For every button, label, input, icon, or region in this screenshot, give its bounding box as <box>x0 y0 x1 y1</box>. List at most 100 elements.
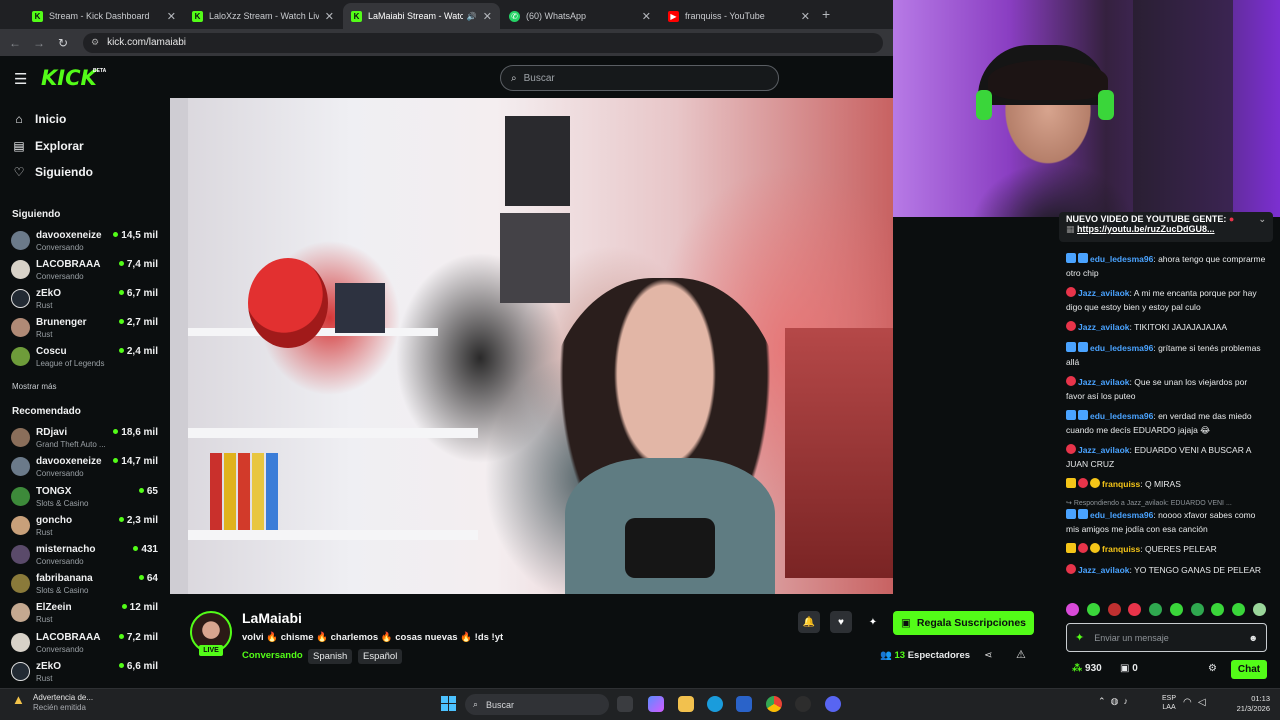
reload-icon[interactable]: ↻ <box>51 36 75 50</box>
subs-display[interactable]: ▣ 0 <box>1120 663 1138 674</box>
network-icon[interactable]: ◍ <box>1111 696 1119 706</box>
close-icon[interactable]: ✕ <box>801 10 810 23</box>
sidebar-channel[interactable]: davooxeneize Conversando 14,7 mil <box>11 454 160 482</box>
chat-username[interactable]: Jazz_avilaok <box>1078 322 1130 332</box>
reply-context[interactable]: ↪ Respondiendo a Jazz_avilaok: EDUARDO V… <box>1066 499 1232 507</box>
emote-icon[interactable] <box>1232 603 1246 616</box>
system-tray[interactable]: ⌃ ◍ ♪ <box>1098 696 1128 707</box>
chat-username[interactable]: franquiss <box>1102 544 1140 554</box>
menu-icon[interactable]: ☰ <box>14 70 27 88</box>
volume-icon[interactable]: ◁ <box>1198 697 1206 708</box>
obs-icon[interactable] <box>795 696 811 712</box>
windows-start-icon[interactable] <box>441 696 456 711</box>
file-explorer-icon[interactable] <box>678 696 694 712</box>
new-tab-button[interactable]: + <box>822 6 830 22</box>
emote-icon[interactable] <box>1252 603 1266 616</box>
report-icon[interactable]: ⚠ <box>1016 648 1026 661</box>
chat-username[interactable]: edu_ledesma96 <box>1090 510 1153 520</box>
sidebar-channel[interactable]: LACOBRAAA Conversando 7,2 mil <box>11 630 160 658</box>
emote-icon[interactable] <box>1211 603 1225 616</box>
tag-spanish[interactable]: Spanish <box>308 649 353 664</box>
sidebar-channel[interactable]: fabribanana Slots & Casino 64 <box>11 571 160 599</box>
emoji-icon[interactable]: ☻ <box>1249 633 1258 643</box>
browser-tab[interactable]: K Stream - Kick Dashboard ✕ <box>24 3 184 29</box>
sidebar-channel[interactable]: LACOBRAAA Conversando 7,4 mil <box>11 257 160 285</box>
chat-username[interactable]: franquiss <box>1102 479 1140 489</box>
browser-tab-active[interactable]: K LaMaiabi Stream - Watch Live 🔊 ✕ <box>343 3 500 29</box>
chat-input[interactable]: ✦ Enviar un mensaje ☻ <box>1066 623 1267 652</box>
clock[interactable]: 01:13 21/3/2026 <box>1222 694 1270 714</box>
emote-icon[interactable] <box>1086 603 1100 616</box>
browser-tab[interactable]: K LaloXzz Stream - Watch Live on ✕ <box>184 3 342 29</box>
chevron-up-icon[interactable]: ⌃ <box>1098 696 1106 706</box>
taskbar-search[interactable]: ⌕ Buscar <box>465 694 609 715</box>
edge-icon[interactable] <box>707 696 723 712</box>
follow-button[interactable]: ♥ <box>830 611 852 633</box>
chat-username[interactable]: Jazz_avilaok <box>1078 445 1130 455</box>
close-icon[interactable]: ✕ <box>167 10 176 23</box>
chevron-down-icon[interactable]: ⌄ <box>1258 214 1266 225</box>
close-icon[interactable]: ✕ <box>325 10 334 23</box>
chat-username[interactable]: Jazz_avilaok <box>1078 377 1130 387</box>
sidebar-channel[interactable]: RDjavi Grand Theft Auto ... 18,6 mil <box>11 425 160 453</box>
chat-username[interactable]: Jazz_avilaok <box>1078 288 1130 298</box>
emote-icon[interactable] <box>1149 603 1163 616</box>
sidebar-channel[interactable]: davooxeneize Conversando 14,5 mil <box>11 228 160 256</box>
points-display[interactable]: ⁂ 930 <box>1072 663 1102 674</box>
chat-username[interactable]: Jazz_avilaok <box>1078 565 1130 575</box>
language-indicator[interactable]: ESP LAA <box>1162 694 1176 712</box>
show-more-link[interactable]: Mostrar más <box>12 382 56 391</box>
store-icon[interactable] <box>736 696 752 712</box>
search-input[interactable]: ⌕ Buscar <box>500 65 779 91</box>
sidebar-channel[interactable]: zEkO Rust 6,7 mil <box>11 286 160 314</box>
sidebar-channel[interactable]: ElZeein Rust 12 mil <box>11 600 160 628</box>
sidebar-channel[interactable]: Coscu League of Legends 2,4 mil <box>11 344 160 372</box>
browser-tab[interactable]: ✆ (60) WhatsApp ✕ <box>501 3 659 29</box>
sidebar-channel[interactable]: zEkO Rust 6,6 mil <box>11 659 160 687</box>
sidebar-channel[interactable]: goncho Rust 2,3 mil <box>11 513 160 541</box>
emote-icon[interactable] <box>1169 603 1183 616</box>
nav-following[interactable]: ♡ Siguiendo <box>12 165 93 179</box>
emote-icon[interactable] <box>1107 603 1121 616</box>
chat-username[interactable]: edu_ledesma96 <box>1090 254 1153 264</box>
sidebar-channel[interactable]: Brunenger Rust 2,7 mil <box>11 315 160 343</box>
sparkle-button[interactable]: ✦ <box>862 611 884 633</box>
pinned-message[interactable]: NUEVO VIDEO DE YOUTUBE GENTE: ● ⌄ ▦ https… <box>1059 212 1273 242</box>
weather-widget[interactable]: ▲ Advertencia de... Recién emitida <box>12 693 93 713</box>
task-view-icon[interactable] <box>617 696 633 712</box>
gift-subs-button[interactable]: ▣ Regala Suscripciones <box>893 611 1034 635</box>
notification-bell-button[interactable]: 🔔 <box>798 611 820 633</box>
sparkle-icon[interactable]: ✦ <box>1075 631 1084 644</box>
kick-logo[interactable]: KICK <box>41 66 97 90</box>
tag-espanol[interactable]: Español <box>358 649 403 664</box>
sidebar-channel[interactable]: TONGX Slots & Casino 65 <box>11 484 160 512</box>
sidebar-channel[interactable]: misternacho Conversando 431 <box>11 542 160 570</box>
nav-home[interactable]: ⌂ Inicio <box>12 112 66 126</box>
copilot-icon[interactable] <box>648 696 664 712</box>
mic-icon[interactable]: ♪ <box>1123 696 1128 706</box>
discord-icon[interactable] <box>825 696 841 712</box>
emote-icon[interactable] <box>1066 603 1079 616</box>
browser-tab[interactable]: ▶ franquiss - YouTube ✕ <box>660 3 818 29</box>
forward-icon[interactable]: → <box>27 36 51 50</box>
site-info-icon[interactable]: ⚙ <box>91 37 99 48</box>
chat-send-button[interactable]: Chat <box>1231 660 1267 679</box>
wifi-icon[interactable]: ◠ <box>1183 697 1192 708</box>
nav-explore[interactable]: ▤ Explorar <box>12 139 83 153</box>
close-icon[interactable]: ✕ <box>483 10 492 23</box>
streamer-name[interactable]: LaMaiabi <box>242 610 302 626</box>
chat-username[interactable]: edu_ledesma96 <box>1090 343 1153 353</box>
back-icon[interactable]: ← <box>3 36 27 50</box>
emote-icon[interactable] <box>1190 603 1204 616</box>
url-field[interactable]: ⚙ kick.com/lamaiabi <box>83 32 883 53</box>
close-icon[interactable]: ✕ <box>642 10 651 23</box>
speaker-icon[interactable]: 🔊 <box>467 12 477 21</box>
emote-icon[interactable] <box>1128 603 1142 616</box>
stream-category[interactable]: Conversando <box>242 650 303 661</box>
chat-username[interactable]: edu_ledesma96 <box>1090 411 1153 421</box>
settings-icon[interactable]: ⚙ <box>1208 663 1217 674</box>
share-icon[interactable]: ⋖ <box>984 650 992 661</box>
chrome-icon[interactable] <box>766 696 782 712</box>
video-player[interactable] <box>170 98 893 594</box>
pinned-link[interactable]: https://youtu.be/ruzZucDdGU8... <box>1077 224 1215 234</box>
